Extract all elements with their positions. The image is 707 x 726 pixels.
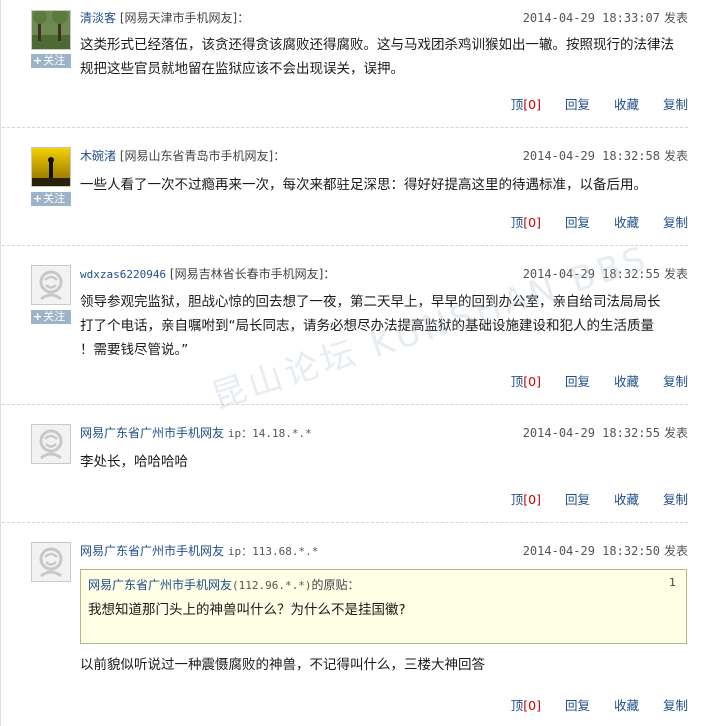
post-time: 2014-04-29 18:32:55 发表 [523,265,688,282]
comment-item: 网易广东省广州市手机网友 ip：14.18.*.* 2014-04-29 18:… [2,405,688,523]
user-location: [网易天津市手机网友]： [119,11,250,25]
username-link[interactable]: 网易广东省广州市手机网友 [80,544,224,558]
timestamp: 2014-04-29 18:33:07 [522,11,660,25]
top-button[interactable]: 顶[0] [511,698,541,713]
favorite-button[interactable]: 收藏 [614,374,639,389]
comment-text: 李处长，哈哈哈哈 [80,454,188,470]
user-location: [网易山东省青岛市手机网友]： [119,149,286,163]
follow-label: 关注 [43,54,66,67]
top-count: [0] [523,97,541,112]
top-label: 顶 [510,374,524,389]
comment-actions: 顶[0] 回复 收藏 复制 [491,212,688,231]
comment-header: wdxzas6220946 [网易吉林省长春市手机网友]： [80,265,335,282]
follow-button[interactable]: +关注 [31,192,71,206]
post-time: 2014-04-29 18:32:55 发表 [523,424,688,441]
comment-actions: 顶[0] 回复 收藏 复制 [491,94,688,113]
quote-suffix: 的原贴： [311,578,360,592]
follow-button[interactable]: +关注 [31,310,71,324]
follow-button[interactable]: +关注 [31,54,71,68]
username-link[interactable]: 清淡客 [80,11,116,25]
comment-text: 这类形式已经落伍，该贪还得贪该腐败还得腐败。这与马戏团杀鸡训猴如出一辙。按照现行… [80,37,674,77]
top-button[interactable]: 顶[0] [511,374,541,389]
comment-text-line: ！需要钱尽管说。” [80,342,189,358]
user-location: [网易吉林省长春市手机网友]： [169,267,336,281]
top-button[interactable]: 顶[0] [511,492,541,507]
quote-author[interactable]: 网易广东省广州市手机网友 [88,578,232,592]
follow-label: 关注 [43,192,66,205]
top-label: 顶 [510,215,524,230]
default-avatar-icon[interactable] [31,424,71,464]
published-label: 发表 [663,544,688,558]
top-count: [0] [523,374,541,389]
post-time: 2014-04-29 18:32:50 发表 [523,542,688,559]
comment-item: 网易广东省广州市手机网友 ip：113.68.*.* 2014-04-29 18… [2,523,688,726]
user-ip: ip：113.68.*.* [227,545,319,558]
comment-text-line: 领导参观完监狱，胆战心惊的回去想了一夜，第二天早上，早早的回到办公室，亲自给司法… [80,294,661,310]
published-label: 发表 [663,267,688,281]
favorite-button[interactable]: 收藏 [614,97,639,112]
quote-text: 我想知道那门头上的神兽叫什么？为什么不是挂国徽? [88,602,406,618]
timestamp: 2014-04-29 18:32:58 [522,149,660,163]
comment-item: +关注 wdxzas6220946 [网易吉林省长春市手机网友]： 2014-0… [2,246,688,405]
reply-button[interactable]: 回复 [565,97,590,112]
default-avatar-icon[interactable] [31,265,71,305]
top-count: [0] [523,492,541,507]
favorite-button[interactable]: 收藏 [614,215,639,230]
copy-button[interactable]: 复制 [663,215,688,230]
comment-actions: 顶[0] 回复 收藏 复制 [491,489,688,508]
comment-header: 网易广东省广州市手机网友 ip：14.18.*.* [80,424,312,441]
copy-button[interactable]: 复制 [663,698,688,713]
published-label: 发表 [663,11,688,25]
copy-button[interactable]: 复制 [663,374,688,389]
reply-button[interactable]: 回复 [565,698,590,713]
comment-text: 领导参观完监狱，胆战心惊的回去想了一夜，第二天早上，早早的回到办公室，亲自给司法… [80,290,685,362]
comment-text: 一些人看了一次不过瘾再来一次，每次来都驻足深思：得好好提高这里的待遇标准，以备后… [80,177,647,193]
post-time: 2014-04-29 18:32:58 发表 [523,147,688,164]
sunset-avatar-icon[interactable] [31,147,71,187]
timestamp: 2014-04-29 18:32:55 [522,426,660,440]
username-link[interactable]: 木碗渚 [80,149,116,163]
timestamp: 2014-04-29 18:32:55 [522,267,660,281]
favorite-button[interactable]: 收藏 [614,492,639,507]
top-label: 顶 [510,698,524,713]
comment-header: 木碗渚 [网易山东省青岛市手机网友]： [80,147,285,164]
quoted-post: 网易广东省广州市手机网友(112.96.*.*)的原贴： 1 我想知道那门头上的… [80,569,687,644]
reply-button[interactable]: 回复 [565,215,590,230]
username-link[interactable]: 网易广东省广州市手机网友 [80,426,224,440]
top-count: [0] [523,215,541,230]
default-avatar-icon[interactable] [31,542,71,582]
comment-text-line: 打了个电话，亲自嘱咐到“局长同志，请务必想尽办法提高监狱的基础设施建设和犯人的生… [80,318,654,334]
reply-button[interactable]: 回复 [565,374,590,389]
follow-label: 关注 [43,310,66,323]
user-ip: ip：14.18.*.* [227,427,312,440]
comment-header: 网易广东省广州市手机网友 ip：113.68.*.* [80,542,318,559]
top-label: 顶 [510,492,524,507]
quote-header: 网易广东省广州市手机网友(112.96.*.*)的原贴： [88,576,360,593]
comment-header: 清淡客 [网易天津市手机网友]： [80,9,249,26]
quote-floor-number: 1 [669,576,676,589]
quote-ip: (112.96.*.*) [232,579,312,592]
comment-item: +关注 木碗渚 [网易山东省青岛市手机网友]： 2014-04-29 18:32… [2,128,688,246]
published-label: 发表 [663,426,688,440]
published-label: 发表 [663,149,688,163]
copy-button[interactable]: 复制 [663,492,688,507]
username-link[interactable]: wdxzas6220946 [80,268,166,281]
timestamp: 2014-04-29 18:32:50 [522,544,660,558]
comment-actions: 顶[0] 回复 收藏 复制 [491,371,688,390]
comment-actions: 顶[0] 回复 收藏 复制 [491,695,688,714]
comment-list: +关注 清淡客 [网易天津市手机网友]： 2014-04-29 18:33:07… [0,0,707,726]
landscape-avatar-icon[interactable] [31,10,71,50]
top-button[interactable]: 顶[0] [511,215,541,230]
comment-text: 以前貌似听说过一种震慑腐败的神兽，不记得叫什么，三楼大神回答 [80,657,485,673]
top-button[interactable]: 顶[0] [511,97,541,112]
favorite-button[interactable]: 收藏 [614,698,639,713]
comment-item: +关注 清淡客 [网易天津市手机网友]： 2014-04-29 18:33:07… [2,0,688,128]
top-label: 顶 [510,97,524,112]
reply-button[interactable]: 回复 [565,492,590,507]
top-count: [0] [523,698,541,713]
copy-button[interactable]: 复制 [663,97,688,112]
post-time: 2014-04-29 18:33:07 发表 [523,9,688,26]
